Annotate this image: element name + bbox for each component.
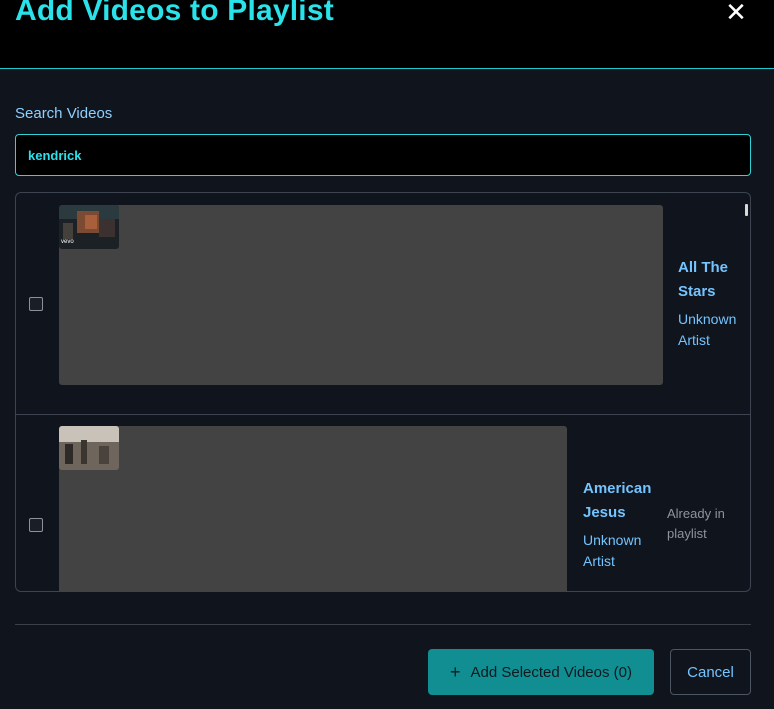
svg-text:vevo: vevo bbox=[61, 239, 74, 245]
video-thumbnail[interactable]: vevo bbox=[59, 205, 119, 249]
dialog-title: Add Videos to Playlist bbox=[15, 0, 334, 27]
add-selected-label: Add Selected Videos (0) bbox=[470, 663, 633, 681]
plus-icon: + bbox=[449, 662, 461, 682]
video-results-list[interactable]: vevo All The Stars Unknown Artist Americ… bbox=[15, 192, 751, 592]
list-item: American Jesus Unknown Artist Already in pl… bbox=[16, 415, 750, 591]
video-title: All The Stars bbox=[678, 259, 729, 300]
search-label: Search Videos bbox=[15, 105, 113, 122]
select-checkbox[interactable] bbox=[29, 518, 43, 532]
video-preview: vevo bbox=[59, 205, 663, 385]
video-preview bbox=[59, 426, 567, 591]
video-thumbnail[interactable] bbox=[59, 426, 119, 470]
dialog-header: Add Videos to Playlist ✕ bbox=[0, 0, 774, 69]
cancel-button[interactable]: Cancel bbox=[670, 649, 751, 695]
video-artist: Unknown Artist bbox=[678, 311, 737, 348]
list-item: vevo All The Stars Unknown Artist bbox=[16, 193, 750, 415]
footer-divider bbox=[15, 624, 751, 625]
search-input[interactable] bbox=[15, 134, 751, 176]
already-in-playlist-status: Already in playlist bbox=[667, 506, 725, 541]
close-icon[interactable]: ✕ bbox=[722, 0, 750, 26]
add-selected-videos-button[interactable]: + Add Selected Videos (0) bbox=[428, 649, 654, 695]
video-title: American Jesus bbox=[583, 480, 652, 521]
video-artist: Unknown Artist bbox=[583, 532, 642, 569]
select-checkbox[interactable] bbox=[29, 297, 43, 311]
